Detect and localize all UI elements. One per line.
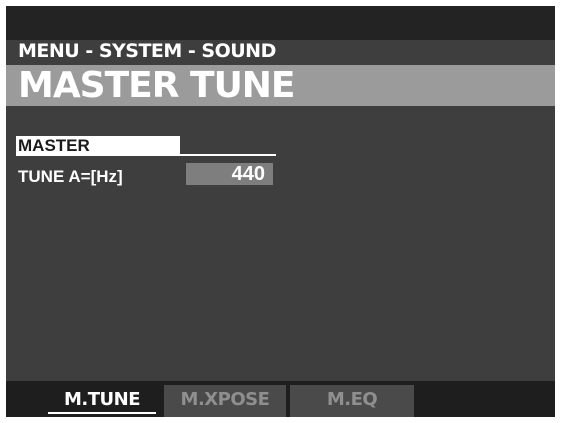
breadcrumb: MENU - SYSTEM - SOUND: [18, 40, 276, 62]
display-screen: MENU - SYSTEM - SOUND MASTER TUNE MASTER…: [6, 6, 555, 417]
section-header-label: MASTER: [18, 136, 90, 155]
tab-m-tune-label: M.TUNE: [63, 389, 141, 410]
page-title: MASTER TUNE: [18, 65, 296, 106]
section-header-master: MASTER: [16, 136, 180, 156]
title-bar: MASTER TUNE: [6, 65, 555, 106]
tab-m-xpose-label: M.XPOSE: [180, 389, 270, 410]
tab-m-eq[interactable]: M.EQ: [290, 385, 414, 417]
tune-label: TUNE A=[Hz]: [18, 167, 123, 186]
tune-value: 440: [231, 163, 265, 185]
tab-m-xpose[interactable]: M.XPOSE: [164, 385, 286, 417]
tab-m-eq-label: M.EQ: [326, 389, 378, 410]
active-tab-underline: [48, 412, 156, 414]
tune-value-field[interactable]: 440: [186, 163, 273, 185]
tab-m-tune[interactable]: M.TUNE: [44, 385, 160, 417]
top-band: [6, 6, 555, 40]
tab-bar: M.TUNE M.XPOSE M.EQ: [6, 381, 555, 417]
section-divider: [180, 154, 276, 156]
